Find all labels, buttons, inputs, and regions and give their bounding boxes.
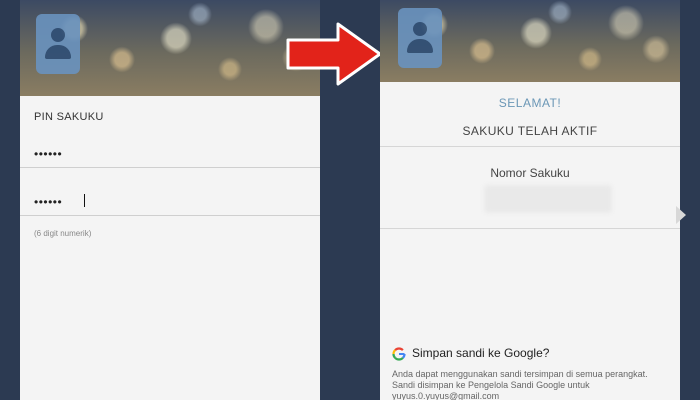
google-save-password-sheet: Simpan sandi ke Google? Anda dapat mengg… bbox=[380, 338, 680, 400]
pin-input-value: •••••• bbox=[34, 147, 63, 161]
divider bbox=[380, 228, 680, 229]
pin-input[interactable]: •••••• bbox=[20, 143, 320, 168]
pin-confirm-input[interactable]: •••••• bbox=[20, 191, 320, 216]
right-arrow-icon bbox=[286, 22, 382, 86]
right-phone-screen: SELAMAT! SAKUKU TELAH AKTIF Nomor Sakuku… bbox=[380, 0, 680, 400]
success-headline: SELAMAT! bbox=[498, 96, 562, 110]
google-prompt-title: Simpan sandi ke Google? bbox=[412, 346, 550, 360]
avatar-shoulders bbox=[45, 45, 71, 59]
left-phone-screen: PIN SAKUKU •••••• •••••• (6 digit numeri… bbox=[20, 0, 320, 400]
activation-status: SAKUKU TELAH AKTIF bbox=[462, 124, 598, 138]
avatar-head bbox=[51, 28, 65, 42]
profile-avatar-icon[interactable] bbox=[398, 8, 442, 68]
google-prompt-description: Anda dapat menggunakan sandi tersimpan d… bbox=[392, 369, 648, 400]
pin-confirm-value: •••••• bbox=[34, 195, 63, 209]
chevron-right-icon bbox=[676, 206, 686, 224]
avatar-head bbox=[413, 22, 427, 36]
avatar-shoulders bbox=[407, 39, 433, 53]
blurred-account-number bbox=[484, 185, 612, 213]
profile-avatar-icon[interactable] bbox=[36, 14, 80, 74]
pin-label: PIN SAKUKU bbox=[34, 111, 104, 123]
divider bbox=[380, 146, 680, 147]
text-caret bbox=[84, 194, 85, 207]
sakuku-number-label: Nomor Sakuku bbox=[490, 166, 570, 180]
pin-hint: (6 digit numerik) bbox=[34, 229, 92, 238]
google-icon bbox=[392, 347, 406, 361]
